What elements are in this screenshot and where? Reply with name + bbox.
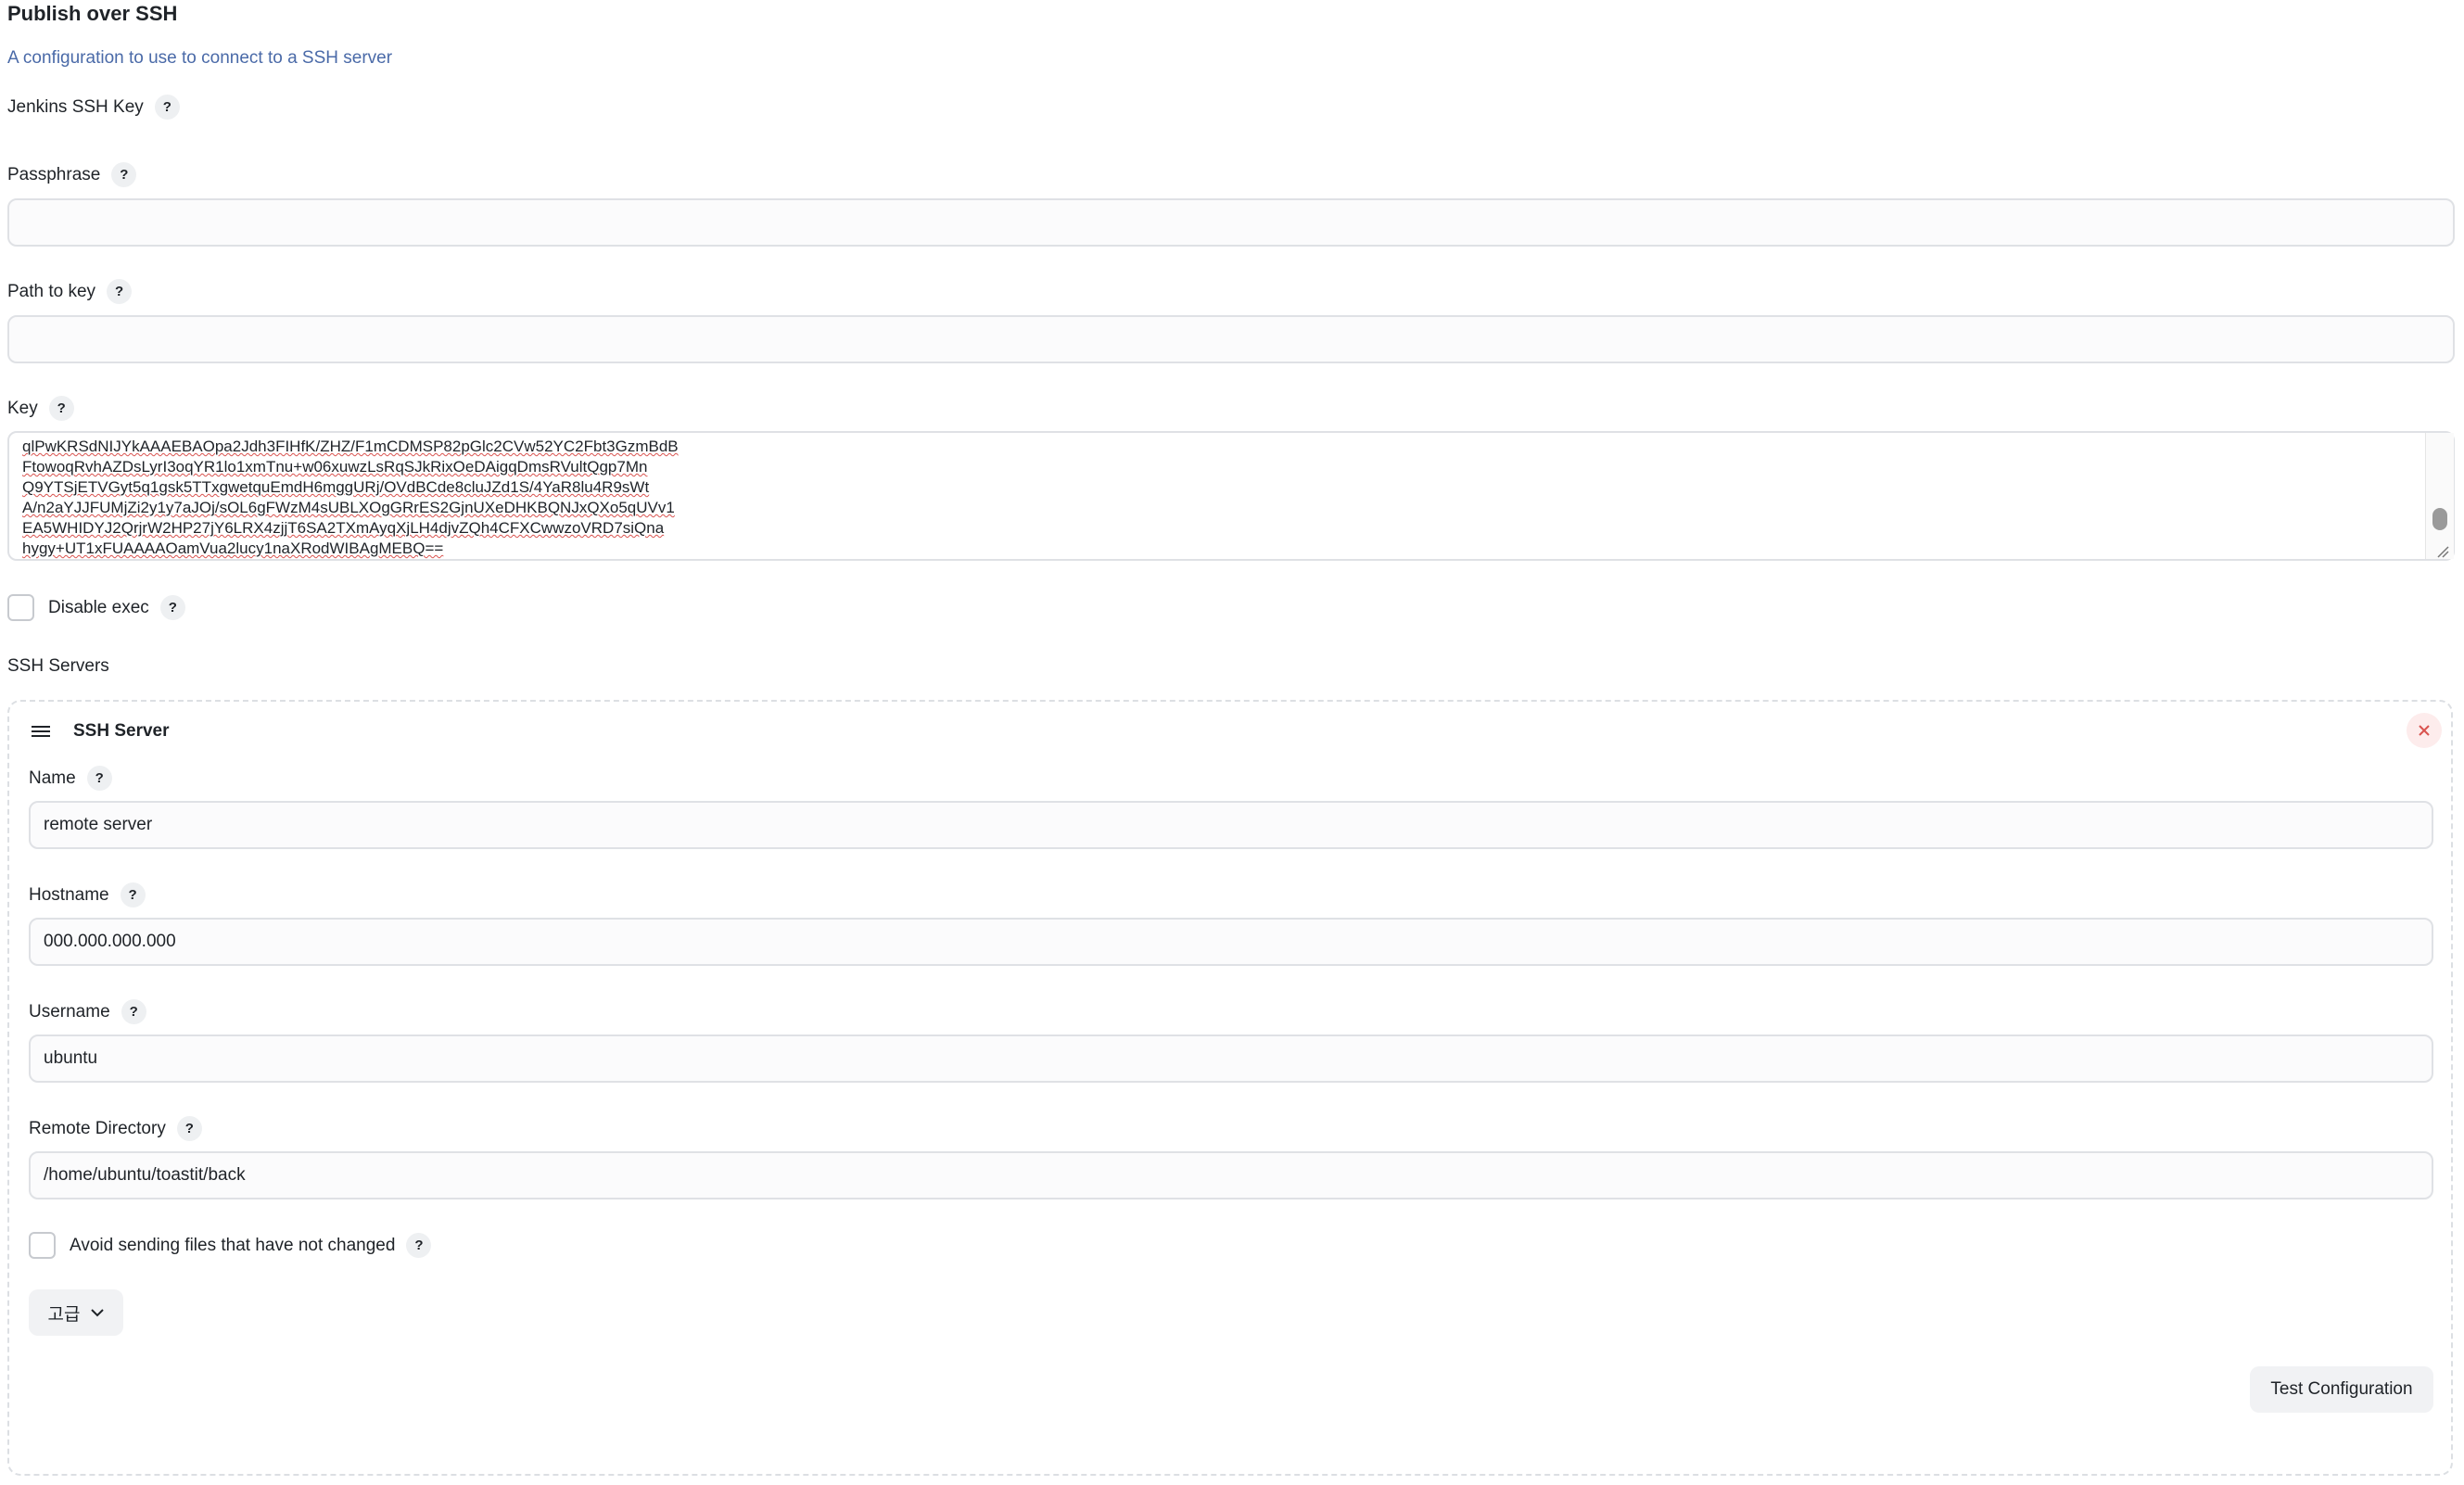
remote-directory-text: Remote Directory — [29, 1118, 166, 1138]
avoid-sending-checkbox[interactable] — [29, 1232, 56, 1259]
ssh-servers-label: SSH Servers — [7, 656, 109, 676]
key-text: Key — [7, 398, 38, 418]
chevron-down-icon — [91, 1308, 105, 1316]
server-name-label: Name ? — [29, 766, 112, 791]
path-to-key-text: Path to key — [7, 281, 96, 301]
section-description: A configuration to use to connect to a S… — [7, 48, 393, 68]
help-icon[interactable]: ? — [111, 162, 137, 187]
help-icon[interactable]: ? — [176, 1116, 202, 1141]
passphrase-label: Passphrase ? — [7, 162, 137, 187]
help-icon[interactable]: ? — [120, 882, 146, 908]
help-icon[interactable]: ? — [406, 1233, 432, 1258]
avoid-sending-text: Avoid sending files that have not change… — [70, 1235, 396, 1255]
resize-grip-icon[interactable] — [2436, 545, 2449, 558]
help-icon[interactable]: ? — [159, 595, 185, 620]
help-icon[interactable]: ? — [86, 766, 112, 791]
help-icon[interactable]: ? — [48, 396, 74, 421]
path-to-key-label: Path to key ? — [7, 279, 133, 304]
key-label: Key ? — [7, 396, 74, 421]
key-scrollbar[interactable] — [2425, 433, 2454, 559]
remote-directory-label: Remote Directory ? — [29, 1116, 202, 1141]
test-configuration-button[interactable]: Test Configuration — [2250, 1366, 2433, 1413]
jenkins-ssh-key-label: Jenkins SSH Key ? — [7, 95, 180, 120]
drag-handle-icon[interactable] — [31, 723, 51, 740]
passphrase-input[interactable] — [7, 198, 2455, 247]
advanced-button[interactable]: 고급 — [29, 1289, 123, 1336]
help-icon[interactable]: ? — [154, 95, 180, 120]
hostname-input[interactable]: 000.000.000.000 — [29, 918, 2433, 966]
passphrase-text: Passphrase — [7, 164, 101, 184]
path-to-key-input[interactable] — [7, 315, 2455, 363]
section-title: Publish over SSH — [7, 2, 178, 25]
username-label: Username ? — [29, 999, 146, 1024]
help-icon[interactable]: ? — [107, 279, 133, 304]
username-text: Username — [29, 1001, 110, 1022]
key-textarea[interactable] — [7, 431, 2455, 561]
ssh-server-title: SSH Server — [73, 721, 170, 741]
remote-directory-input[interactable]: /home/ubuntu/toastit/back — [29, 1151, 2433, 1199]
jenkins-ssh-key-text: Jenkins SSH Key — [7, 96, 144, 117]
disable-exec-text: Disable exec — [48, 597, 149, 617]
server-name-input[interactable]: remote server — [29, 801, 2433, 849]
hostname-label: Hostname ? — [29, 882, 146, 908]
hostname-text: Hostname — [29, 884, 109, 905]
help-icon[interactable]: ? — [121, 999, 146, 1024]
disable-exec-checkbox[interactable] — [7, 594, 34, 621]
delete-server-button[interactable] — [2407, 713, 2442, 748]
username-input[interactable]: ubuntu — [29, 1034, 2433, 1083]
close-icon — [2419, 725, 2430, 736]
advanced-label: 고급 — [47, 1304, 81, 1325]
key-scrollbar-thumb[interactable] — [2432, 508, 2447, 530]
server-name-text: Name — [29, 768, 76, 788]
disable-exec-label: Disable exec ? — [48, 594, 185, 621]
avoid-sending-label: Avoid sending files that have not change… — [70, 1232, 432, 1259]
